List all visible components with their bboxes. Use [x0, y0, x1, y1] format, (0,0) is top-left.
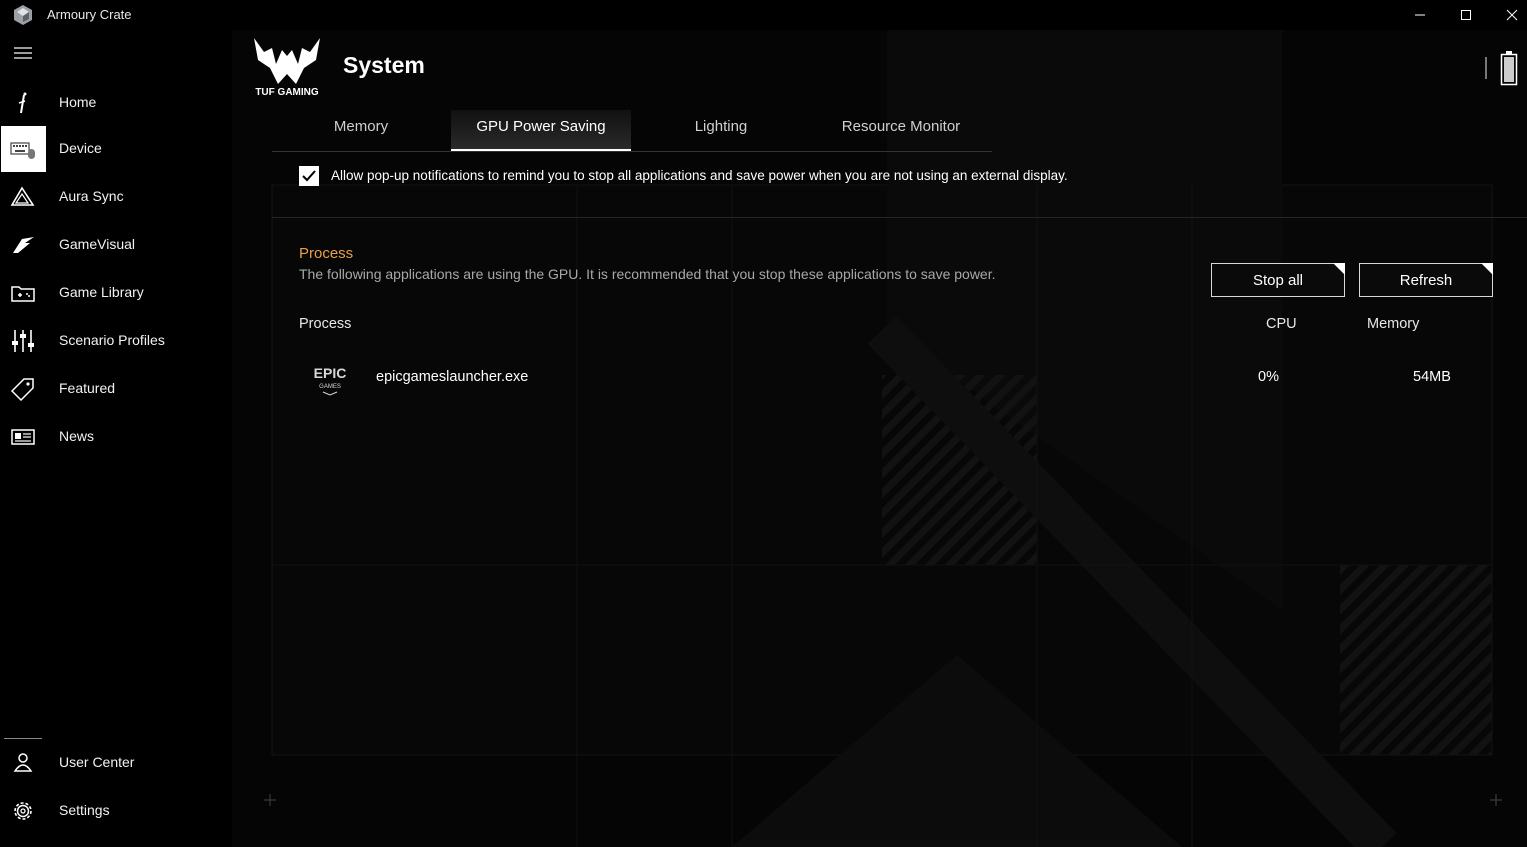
epic-icon-text: EPIC — [314, 365, 347, 381]
tab-resource-monitor[interactable]: Resource Monitor — [811, 110, 991, 150]
sidebar-item-home[interactable]: Home — [0, 80, 232, 126]
sidebar-item-label: Aura Sync — [59, 188, 124, 204]
background-pattern — [264, 30, 1502, 847]
notification-checkbox[interactable] — [299, 166, 319, 186]
notification-checkbox-label: Allow pop-up notifications to remind you… — [331, 168, 1068, 183]
sidebar-item-label: User Center — [59, 754, 135, 770]
main-content: TUF GAMING System Memory GPU Power Savin… — [232, 30, 1527, 847]
hamburger-menu-icon[interactable] — [14, 46, 32, 60]
app-title: Armoury Crate — [47, 7, 132, 22]
aura-icon — [10, 186, 35, 206]
sidebar-item-label: News — [59, 428, 95, 444]
sidebar-item-game-library[interactable]: Game Library — [0, 270, 232, 316]
top-divider — [1485, 57, 1487, 79]
close-icon — [1506, 9, 1518, 21]
process-section-title: Process — [299, 245, 354, 262]
tab-bar: Memory GPU Power Saving Lighting Resourc… — [272, 110, 992, 152]
sidebar: Home Device Aura Sync GameVisual Game Li… — [0, 30, 232, 847]
stop-all-label: Stop all — [1252, 272, 1304, 289]
tuf-gaming-logo: TUF GAMING — [254, 38, 320, 98]
gear-icon — [14, 802, 32, 820]
sidebar-item-label: Scenario Profiles — [59, 332, 165, 348]
tag-icon — [10, 378, 34, 401]
keyboard-mouse-icon — [10, 142, 35, 159]
sidebar-item-device[interactable]: Device — [0, 126, 232, 172]
process-name: epicgameslauncher.exe — [376, 369, 529, 385]
sidebar-item-gamevisual[interactable]: GameVisual — [0, 222, 232, 268]
process-memory: 54MB — [1413, 369, 1451, 385]
sidebar-item-aura-sync[interactable]: Aura Sync — [0, 174, 232, 220]
maximize-button[interactable] — [1443, 0, 1489, 30]
process-section-description: The following applications are using the… — [299, 266, 996, 282]
epic-icon-subtext: GAMES — [319, 384, 341, 390]
sidebar-divider — [4, 738, 42, 739]
refresh-label: Refresh — [1399, 272, 1453, 289]
sidebar-item-label: Settings — [59, 802, 110, 818]
epic-games-icon: EPIC GAMES — [314, 365, 347, 396]
news-icon — [11, 429, 35, 445]
armoury-crate-logo-icon — [14, 5, 32, 25]
close-button[interactable] — [1489, 0, 1527, 30]
sliders-icon — [12, 330, 34, 352]
table-row: EPIC GAMES epicgameslauncher.exe 0% 54MB — [299, 354, 1479, 398]
sidebar-item-label: Home — [59, 94, 97, 110]
logo-text: TUF GAMING — [255, 87, 319, 98]
tab-memory[interactable]: Memory — [272, 110, 450, 150]
maximize-icon — [1461, 10, 1471, 20]
column-header-memory: Memory — [1367, 316, 1420, 332]
button-corner-deco — [1481, 263, 1493, 275]
device-battery-icon[interactable] — [1500, 50, 1518, 86]
sidebar-item-label: GameVisual — [59, 236, 136, 252]
sidebar-item-featured[interactable]: Featured — [0, 366, 232, 412]
stop-all-button[interactable]: Stop all — [1211, 263, 1345, 297]
sidebar-item-user-center[interactable]: User Center — [0, 740, 232, 786]
minimize-icon — [1415, 14, 1425, 16]
column-header-cpu: CPU — [1266, 316, 1297, 332]
tab-gpu-power-saving[interactable]: GPU Power Saving — [451, 110, 631, 151]
title-bar: Armoury Crate — [0, 0, 1527, 30]
tab-lighting[interactable]: Lighting — [631, 110, 811, 150]
checkmark-icon — [302, 170, 316, 182]
refresh-button[interactable]: Refresh — [1359, 263, 1493, 297]
sidebar-item-settings[interactable]: Settings — [0, 788, 232, 834]
game-library-icon — [11, 286, 35, 302]
button-corner-deco — [1333, 263, 1345, 275]
sidebar-item-label: Game Library — [59, 284, 144, 300]
sidebar-item-label: Device — [59, 140, 102, 156]
section-divider — [272, 217, 1527, 218]
home-icon — [18, 92, 27, 114]
user-icon — [13, 753, 33, 772]
column-header-process: Process — [299, 316, 352, 332]
sidebar-item-label: Featured — [59, 380, 116, 396]
process-cpu: 0% — [1258, 369, 1279, 385]
minimize-button[interactable] — [1397, 0, 1443, 30]
sidebar-item-news[interactable]: News — [0, 414, 232, 460]
gamevisual-icon — [13, 237, 34, 253]
page-title: System — [343, 52, 425, 78]
sidebar-item-scenario-profiles[interactable]: Scenario Profiles — [0, 318, 232, 364]
